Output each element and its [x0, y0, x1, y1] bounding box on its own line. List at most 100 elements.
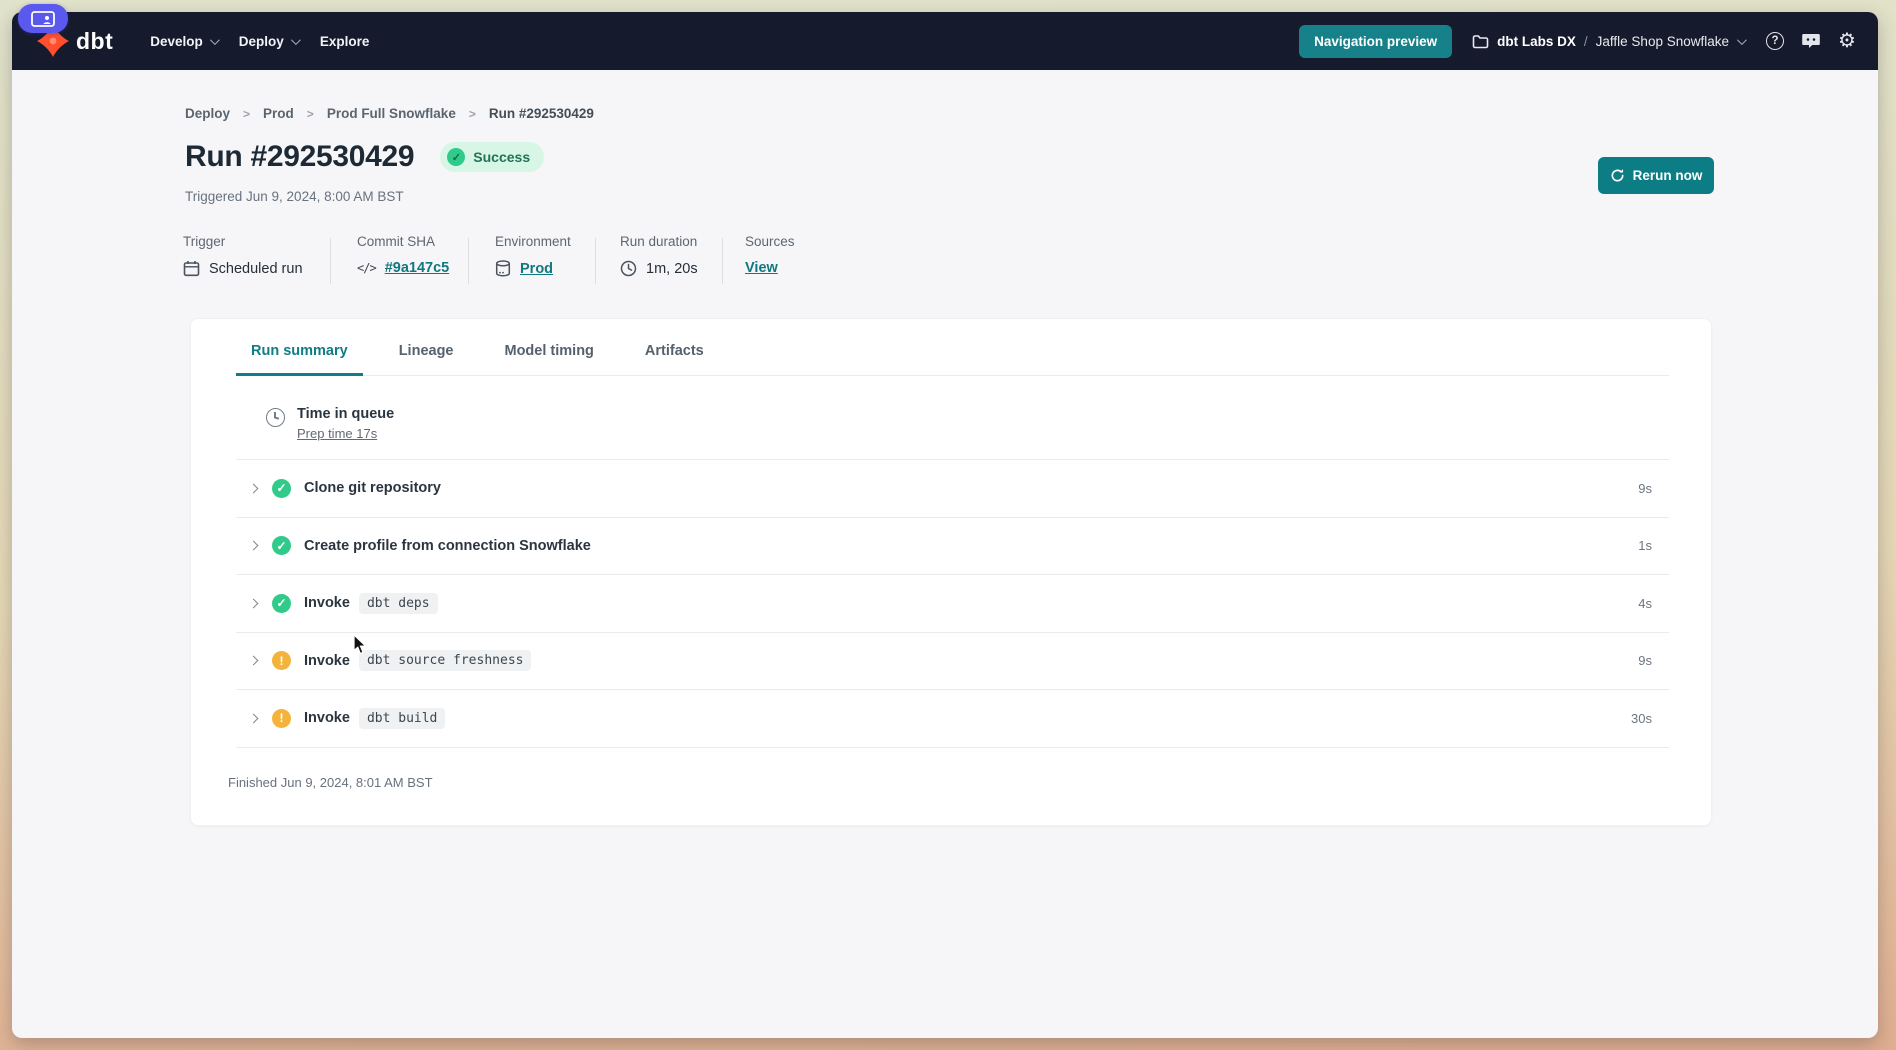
step-duration: 9s	[1638, 653, 1669, 668]
navigation-preview-button[interactable]: Navigation preview	[1299, 25, 1452, 58]
nav-left-group: dbt Develop Deploy Explore	[36, 24, 380, 59]
step-command: dbt build	[359, 708, 445, 729]
nav-menu-explore-label: Explore	[320, 34, 370, 49]
meta-divider	[330, 238, 331, 284]
step-label: Clone git repository	[304, 480, 441, 496]
clock-icon	[620, 260, 637, 277]
meta-commit-sha: Commit SHA </> #9a147c5	[357, 234, 449, 276]
breadcrumb-job[interactable]: Prod Full Snowflake	[327, 106, 456, 121]
finished-timestamp: Finished Jun 9, 2024, 8:01 AM BST	[191, 748, 1711, 790]
breadcrumb: Deploy > Prod > Prod Full Snowflake > Ru…	[185, 106, 594, 121]
step-row-create-profile[interactable]: ✓ Create profile from connection Snowfla…	[236, 518, 1669, 576]
tab-bar: Run summary Lineage Model timing Artifac…	[236, 319, 1669, 376]
queue-title: Time in queue	[297, 406, 394, 422]
commit-sha-link[interactable]: #9a147c5	[385, 260, 450, 276]
time-in-queue-section: Time in queue Prep time 17s	[236, 376, 1669, 460]
screen-share-icon	[31, 11, 55, 27]
run-summary-card: Run summary Lineage Model timing Artifac…	[190, 318, 1712, 826]
account-name: dbt Labs DX	[1497, 34, 1576, 49]
rerun-now-button[interactable]: Rerun now	[1598, 157, 1714, 194]
main-menu: Develop Deploy Explore	[139, 24, 380, 59]
database-icon	[495, 260, 511, 277]
run-detail-page: Deploy > Prod > Prod Full Snowflake > Ru…	[12, 70, 1878, 1038]
screen-share-badge	[18, 4, 68, 33]
step-duration: 9s	[1638, 481, 1669, 496]
project-picker[interactable]: dbt Labs DX / Jaffle Shop Snowflake	[1472, 34, 1744, 49]
tab-run-summary[interactable]: Run summary	[236, 343, 363, 376]
prep-time-link[interactable]: Prep time 17s	[297, 426, 394, 441]
step-label: Invoke	[304, 710, 350, 726]
meta-commit-label: Commit SHA	[357, 234, 449, 249]
folder-icon	[1472, 34, 1489, 49]
meta-divider	[468, 238, 469, 284]
step-label: Invoke	[304, 595, 350, 611]
step-status-icon: ✓	[272, 536, 291, 555]
step-row-clone-git[interactable]: ✓ Clone git repository 9s	[236, 460, 1669, 518]
calendar-icon	[183, 260, 200, 277]
expand-chevron-icon[interactable]	[244, 542, 262, 549]
feedback-icon[interactable]	[1800, 30, 1822, 52]
account-project-separator: /	[1584, 34, 1588, 49]
rerun-now-label: Rerun now	[1633, 168, 1703, 183]
meta-trigger-value: Scheduled run	[209, 261, 303, 277]
run-meta-row: Trigger Scheduled run Commit SHA </> #9	[12, 234, 1878, 294]
page-title: Run #292530429	[185, 140, 414, 174]
page-title-row: Run #292530429 ✓ Success	[185, 140, 544, 174]
expand-chevron-icon[interactable]	[244, 485, 262, 492]
breadcrumb-separator: >	[469, 107, 476, 121]
breadcrumb-separator: >	[307, 107, 314, 121]
nav-icons-group: ? ⚙	[1764, 30, 1858, 52]
step-status-icon: !	[272, 709, 291, 728]
step-status-icon: ✓	[272, 479, 291, 498]
tab-lineage[interactable]: Lineage	[384, 343, 469, 376]
meta-environment-label: Environment	[495, 234, 571, 249]
step-command: dbt source freshness	[359, 650, 532, 671]
nav-menu-develop-label: Develop	[150, 34, 203, 49]
meta-sources: Sources View	[745, 234, 795, 276]
step-duration: 30s	[1631, 711, 1669, 726]
expand-chevron-icon[interactable]	[244, 600, 262, 607]
chevron-down-icon	[1737, 35, 1747, 45]
chevron-down-icon	[291, 35, 301, 45]
environment-link[interactable]: Prod	[520, 261, 553, 277]
step-row-dbt-deps[interactable]: ✓ Invoke dbt deps 4s	[236, 575, 1669, 633]
expand-chevron-icon[interactable]	[244, 657, 262, 664]
meta-trigger-label: Trigger	[183, 234, 303, 249]
expand-chevron-icon[interactable]	[244, 715, 262, 722]
rerun-refresh-icon	[1610, 168, 1625, 183]
chevron-down-icon	[210, 35, 220, 45]
meta-environment: Environment Prod	[495, 234, 571, 277]
settings-gear-icon[interactable]: ⚙	[1836, 30, 1858, 52]
queue-clock-icon	[266, 408, 285, 427]
meta-duration-label: Run duration	[620, 234, 698, 249]
nav-menu-develop[interactable]: Develop	[139, 24, 228, 59]
step-command: dbt deps	[359, 593, 438, 614]
tab-artifacts[interactable]: Artifacts	[630, 343, 719, 376]
nav-right-group: Navigation preview dbt Labs DX / Jaffle …	[1299, 25, 1858, 58]
step-status-icon: !	[272, 651, 291, 670]
meta-divider	[595, 238, 596, 284]
sources-view-link[interactable]: View	[745, 260, 778, 276]
breadcrumb-run: Run #292530429	[489, 106, 594, 121]
nav-menu-explore[interactable]: Explore	[309, 24, 381, 59]
code-icon: </>	[357, 261, 376, 275]
help-icon[interactable]: ?	[1764, 30, 1786, 52]
step-status-icon: ✓	[272, 594, 291, 613]
step-row-dbt-build[interactable]: ! Invoke dbt build 30s	[236, 690, 1669, 748]
top-navigation: dbt Develop Deploy Explore Navigation pr…	[12, 12, 1878, 70]
nav-menu-deploy[interactable]: Deploy	[228, 24, 309, 59]
step-label: Invoke	[304, 653, 350, 669]
status-badge: ✓ Success	[440, 142, 544, 172]
step-duration: 1s	[1638, 538, 1669, 553]
step-row-dbt-source-freshness[interactable]: ! Invoke dbt source freshness 9s	[236, 633, 1669, 691]
meta-run-duration: Run duration 1m, 20s	[620, 234, 698, 277]
meta-duration-value: 1m, 20s	[646, 261, 698, 277]
meta-trigger: Trigger Scheduled run	[183, 234, 303, 277]
status-badge-label: Success	[473, 149, 530, 165]
breadcrumb-prod[interactable]: Prod	[263, 106, 294, 121]
app-window: dbt Develop Deploy Explore Navigation pr…	[12, 12, 1878, 1038]
meta-sources-label: Sources	[745, 234, 795, 249]
triggered-timestamp: Triggered Jun 9, 2024, 8:00 AM BST	[185, 189, 404, 204]
tab-model-timing[interactable]: Model timing	[490, 343, 609, 376]
breadcrumb-deploy[interactable]: Deploy	[185, 106, 230, 121]
